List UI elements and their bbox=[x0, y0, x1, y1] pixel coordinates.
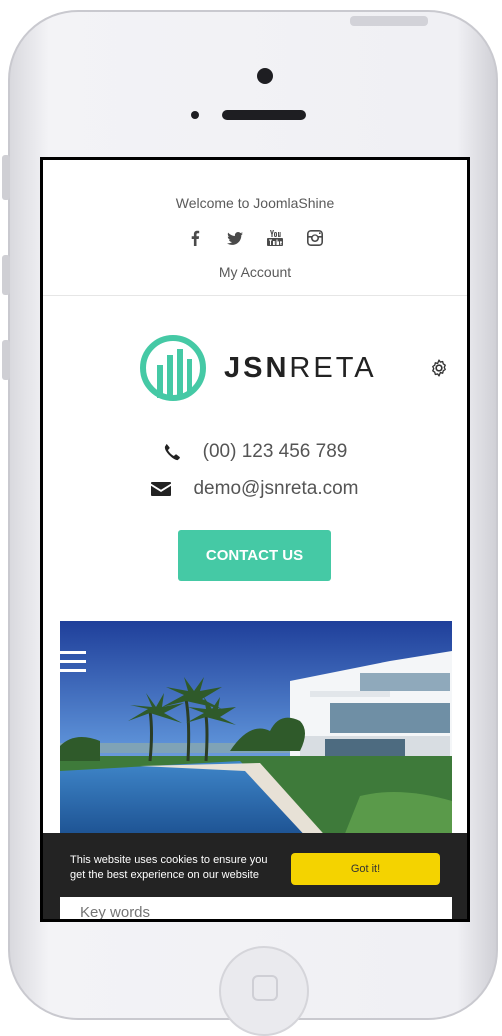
email-address[interactable]: demo@jsnreta.com bbox=[193, 478, 358, 500]
volume-up-button bbox=[2, 255, 10, 295]
phone-line: (00) 123 456 789 bbox=[43, 441, 467, 463]
mute-switch bbox=[2, 155, 10, 200]
header-divider bbox=[43, 295, 467, 296]
phone-screen: Welcome to JoomlaShine My Account JSNRET… bbox=[40, 157, 470, 922]
mobile-page: Welcome to JoomlaShine My Account JSNRET… bbox=[43, 160, 467, 919]
logo-text-bold: JSN bbox=[224, 351, 290, 384]
volume-down-button bbox=[2, 340, 10, 380]
villa-photo bbox=[60, 621, 452, 841]
logo-text: JSNRETA bbox=[224, 352, 377, 385]
phone-icon bbox=[164, 444, 180, 461]
my-account-link[interactable]: My Account bbox=[43, 264, 467, 280]
gear-icon[interactable] bbox=[429, 358, 449, 378]
facebook-icon[interactable] bbox=[187, 230, 203, 246]
contact-us-button[interactable]: CONTACT US bbox=[178, 530, 331, 581]
home-button-square bbox=[252, 975, 278, 1001]
power-button bbox=[350, 16, 428, 26]
front-camera bbox=[257, 68, 273, 84]
site-logo[interactable]: JSNRETA bbox=[140, 335, 377, 401]
hamburger-menu-icon[interactable] bbox=[60, 651, 86, 678]
twitter-icon[interactable] bbox=[227, 230, 243, 246]
instagram-icon[interactable] bbox=[307, 230, 323, 246]
logo-text-light: RETA bbox=[289, 351, 377, 384]
email-line: demo@jsnreta.com bbox=[43, 478, 467, 500]
search-input[interactable] bbox=[60, 897, 452, 919]
social-links bbox=[43, 230, 467, 246]
welcome-text: Welcome to JoomlaShine bbox=[175, 195, 335, 211]
home-button[interactable] bbox=[219, 946, 309, 1036]
youtube-icon[interactable] bbox=[267, 230, 283, 246]
got-it-button[interactable]: Got it! bbox=[291, 853, 440, 885]
earpiece-speaker bbox=[222, 110, 306, 120]
proximity-sensor bbox=[191, 111, 199, 119]
envelope-icon bbox=[151, 482, 172, 496]
logo-mark-icon bbox=[140, 335, 206, 401]
hero-banner-image bbox=[60, 621, 452, 841]
cookie-message: This website uses cookies to ensure you … bbox=[70, 854, 268, 881]
phone-number[interactable]: (00) 123 456 789 bbox=[203, 441, 348, 463]
